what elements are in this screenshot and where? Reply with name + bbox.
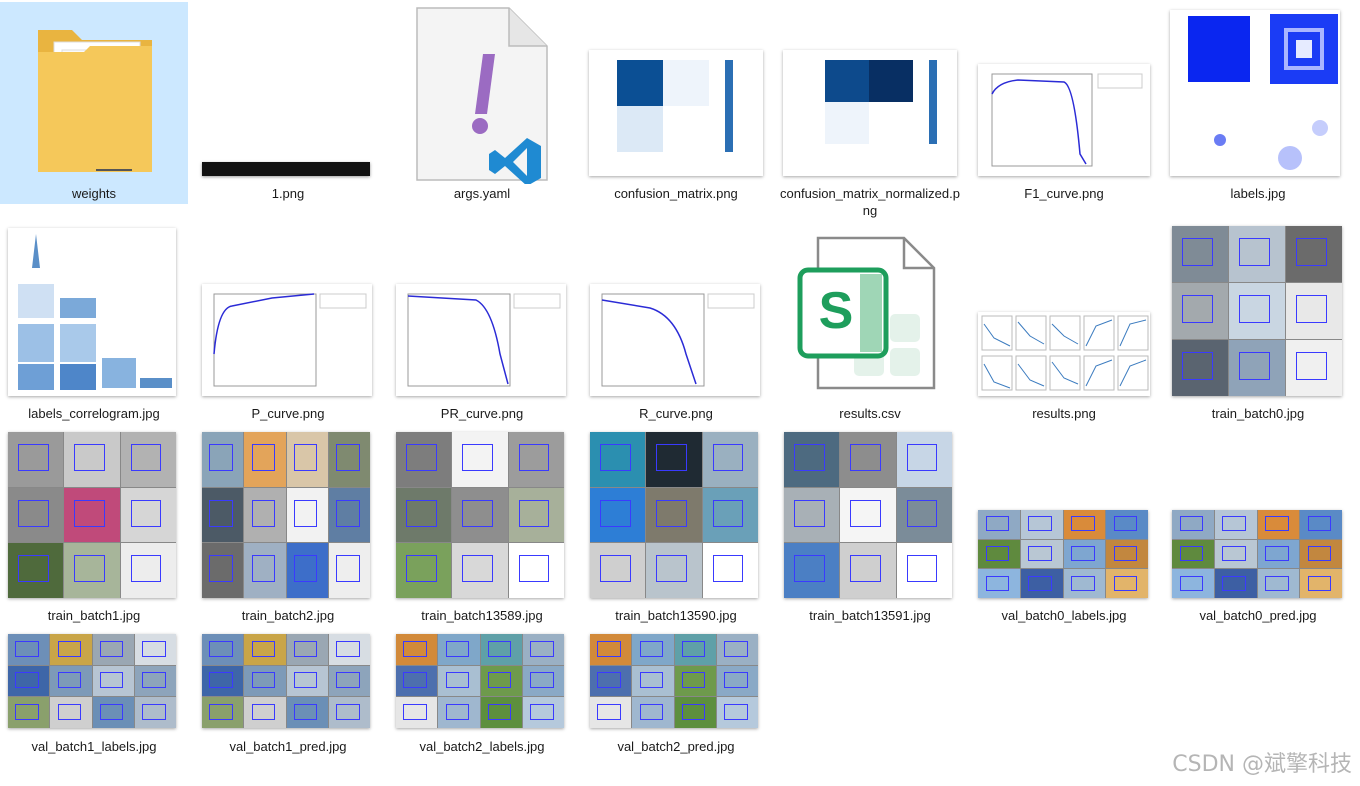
file-val-batch2-labels[interactable]: val_batch2_labels.jpg: [388, 630, 576, 762]
file-label: P_curve.png: [251, 406, 325, 421]
file-val-batch0-pred[interactable]: val_batch0_pred.jpg: [1164, 428, 1352, 628]
file-results-csv[interactable]: S results.csv: [776, 222, 964, 424]
spreadsheet-file-icon: S: [796, 232, 940, 399]
file-label: val_batch1_labels.jpg: [31, 739, 157, 754]
file-val-batch2-pred[interactable]: val_batch2_pred.jpg: [582, 630, 770, 762]
file-label: PR_curve.png: [440, 406, 524, 421]
file-label: R_curve.png: [639, 406, 713, 421]
file-label: val_batch0_labels.jpg: [1001, 608, 1127, 623]
file-label: train_batch1.jpg: [47, 608, 141, 623]
file-label: results.png: [1032, 406, 1096, 421]
file-weights-folder[interactable]: weights: [0, 2, 188, 204]
file-labels-correlogram[interactable]: labels_correlogram.jpg: [0, 222, 188, 424]
file-label: confusion_matrix.png: [614, 186, 738, 201]
watermark: CSDN @斌擎科技: [1172, 752, 1352, 777]
file-label: train_batch13590.jpg: [615, 608, 737, 623]
image-thumbnail: [202, 162, 370, 176]
image-thumbnail: [1172, 226, 1342, 396]
file-val-batch1-pred[interactable]: val_batch1_pred.jpg: [194, 630, 382, 762]
file-confusion-matrix[interactable]: confusion_matrix.png: [582, 2, 770, 204]
file-label: weights: [71, 186, 117, 201]
image-thumbnail: [8, 228, 176, 396]
file-label: train_batch13591.jpg: [809, 608, 931, 623]
file-pr-curve[interactable]: PR_curve.png: [388, 222, 576, 424]
image-thumbnail: [8, 634, 176, 728]
file-label: train_batch13589.jpg: [421, 608, 543, 623]
file-label: val_batch2_pred.jpg: [617, 739, 735, 754]
file-label: args.yaml: [453, 186, 511, 201]
image-thumbnail: [1172, 510, 1342, 598]
image-thumbnail: [8, 432, 176, 598]
image-thumbnail: [396, 634, 564, 728]
image-thumbnail: [202, 432, 370, 598]
yaml-file-icon: [415, 6, 549, 187]
image-thumbnail: [590, 432, 758, 598]
svg-text:S: S: [819, 282, 854, 340]
file-train-batch0[interactable]: train_batch0.jpg: [1164, 222, 1352, 424]
file-train-batch13590[interactable]: train_batch13590.jpg: [582, 428, 770, 628]
image-thumbnail: [202, 284, 372, 396]
image-thumbnail: [589, 50, 763, 176]
file-args-yaml[interactable]: args.yaml: [388, 2, 576, 204]
image-thumbnail: [783, 50, 957, 176]
file-label: labels_correlogram.jpg: [28, 406, 160, 421]
image-thumbnail: [978, 64, 1150, 176]
file-label: results.csv: [839, 406, 901, 421]
file-r-curve[interactable]: R_curve.png: [582, 222, 770, 424]
file-label: train_batch2.jpg: [241, 608, 335, 623]
image-thumbnail: [1170, 10, 1340, 176]
image-thumbnail: [978, 510, 1148, 598]
file-train-batch2[interactable]: train_batch2.jpg: [194, 428, 382, 628]
file-results-png[interactable]: results.png: [970, 222, 1158, 424]
file-f1-curve[interactable]: F1_curve.png: [970, 2, 1158, 204]
file-val-batch0-labels[interactable]: val_batch0_labels.jpg: [970, 428, 1158, 628]
image-thumbnail: [396, 432, 564, 598]
image-thumbnail: [784, 432, 952, 598]
file-label: labels.jpg: [1230, 186, 1286, 201]
file-train-batch13589[interactable]: train_batch13589.jpg: [388, 428, 576, 628]
file-train-batch13591[interactable]: train_batch13591.jpg: [776, 428, 964, 628]
file-labels-jpg[interactable]: labels.jpg: [1164, 2, 1352, 204]
file-train-batch1[interactable]: train_batch1.jpg: [0, 428, 188, 628]
file-val-batch1-labels[interactable]: val_batch1_labels.jpg: [0, 630, 188, 762]
folder-icon: [32, 20, 160, 185]
image-thumbnail: [590, 634, 758, 728]
image-thumbnail: [396, 284, 566, 396]
file-confusion-matrix-normalized[interactable]: confusion_matrix_normalized.png: [776, 2, 964, 220]
file-label: F1_curve.png: [1024, 186, 1104, 201]
file-label: train_batch0.jpg: [1211, 406, 1305, 421]
file-label: val_batch2_labels.jpg: [419, 739, 545, 754]
image-thumbnail: [978, 312, 1150, 396]
file-label: confusion_matrix_normalized.png: [780, 186, 960, 218]
image-thumbnail: [202, 634, 370, 728]
file-label: val_batch1_pred.jpg: [229, 739, 347, 754]
file-p-curve[interactable]: P_curve.png: [194, 222, 382, 424]
file-1-png[interactable]: 1.png: [194, 2, 382, 204]
file-label: val_batch0_pred.jpg: [1199, 608, 1317, 623]
image-thumbnail: [590, 284, 760, 396]
file-label: 1.png: [271, 186, 305, 201]
